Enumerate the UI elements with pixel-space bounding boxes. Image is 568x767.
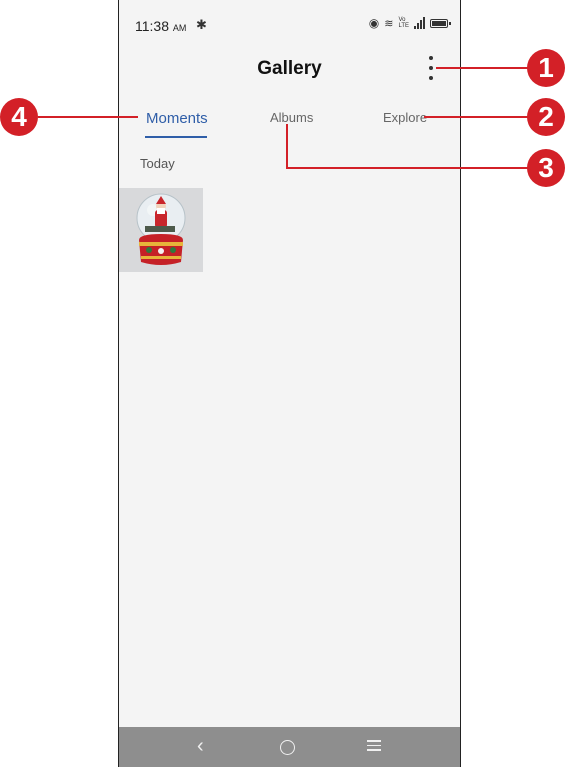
page-title: Gallery [257,58,322,79]
tab-albums[interactable]: Albums [270,110,313,125]
status-time-ampm: AM [172,23,187,33]
nfc-icon: ◉ [368,16,380,30]
callout-4-line [38,116,138,118]
photo-thumbnail[interactable] [119,188,203,272]
gear-icon: ✱ [196,17,207,32]
tab-selected-indicator [145,136,207,138]
signal-icon [414,17,425,29]
callout-4-badge: 4 [0,98,38,136]
snow-globe-image [119,188,203,272]
tab-explore[interactable]: Explore [383,110,427,125]
system-nav-bar: ‹ [119,727,460,767]
back-icon[interactable]: ‹ [197,735,204,758]
status-bar: 11:38 AM ✱ ◉ ≋ Vo LTE [119,0,460,44]
callout-2-line [424,116,530,118]
tab-moments[interactable]: Moments [146,110,208,127]
callout-3-line-vertical [286,124,288,169]
callout-3-badge: 3 [527,149,565,187]
volte-icon: Vo LTE [398,17,409,29]
recents-icon[interactable] [367,740,381,751]
callout-2-badge: 2 [527,98,565,136]
status-icons: ◉ ≋ Vo LTE [368,16,451,30]
status-time-value: 11:38 [135,18,169,34]
phone-screen: 11:38 AM ✱ ◉ ≋ Vo LTE Gallery Moments Al… [118,0,461,767]
battery-icon [430,18,451,28]
section-label-today: Today [140,156,175,171]
tab-bar: Moments Albums Explore [119,106,460,140]
status-time: 11:38 AM [135,18,186,34]
callout-1-badge: 1 [527,49,565,87]
callout-1-line [436,67,530,69]
home-icon[interactable] [280,740,295,755]
volte-bottom-text: LTE [398,23,409,29]
callout-3-line [286,167,530,169]
wifi-icon: ≋ [384,17,394,30]
